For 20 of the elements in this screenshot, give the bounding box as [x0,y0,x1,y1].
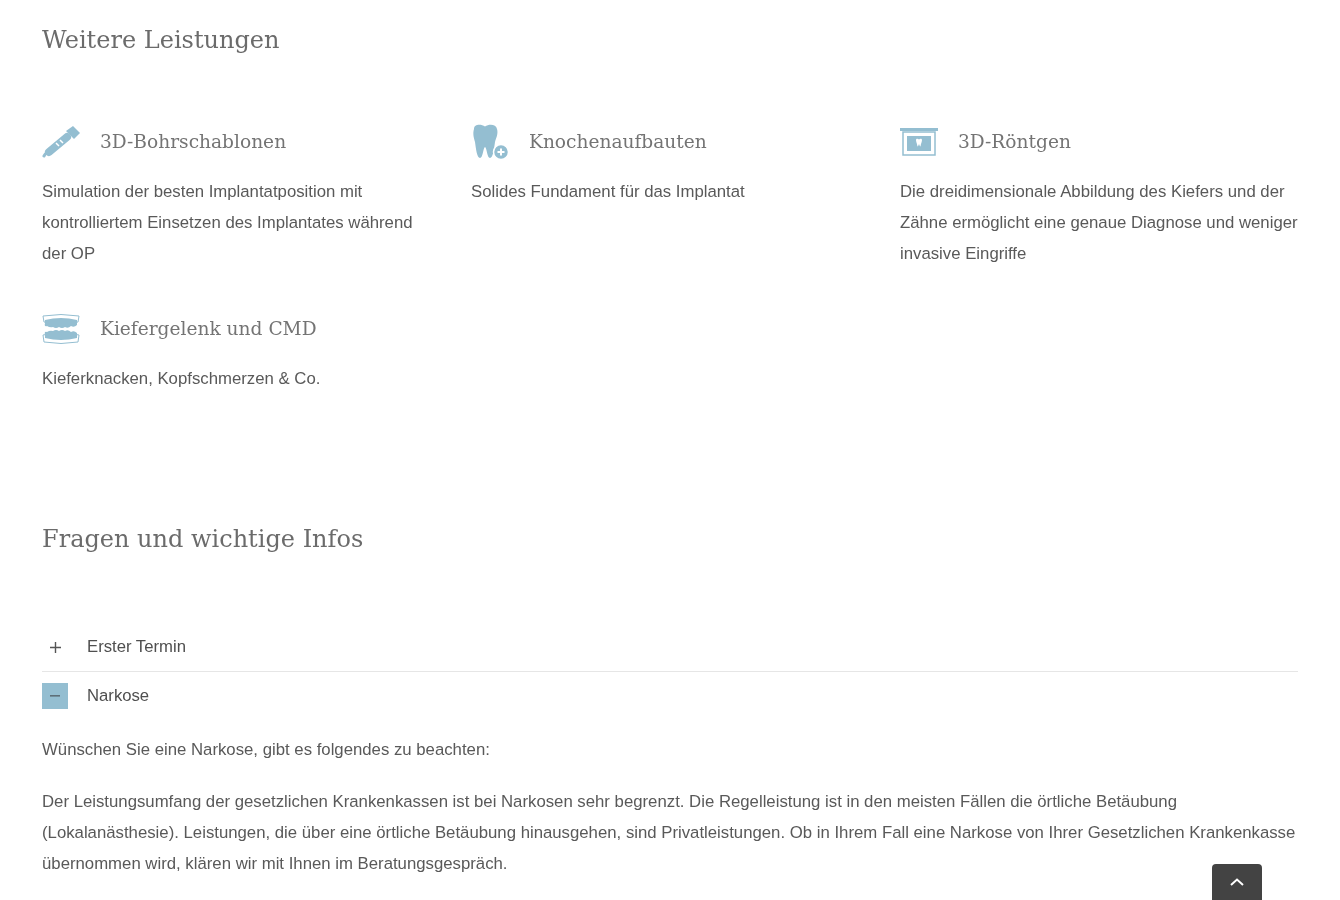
service-title: Kiefergelenk und CMD [100,317,317,341]
service-description: Die dreidimensionale Abbildung des Kiefers und der Zähne ermöglicht eine genaue Diagnose und weniger invasive Eingriffe [900,181,1299,265]
service-description: Simulation der besten Implantatposition mit kontrolliertem Einsetzen des Implantates während der OP [42,181,414,265]
section-heading: Weitere Leistungen [42,25,281,56]
teeth-icon [42,314,80,344]
service-title: 3D-Röntgen [958,130,1071,154]
answer-paragraph: Wünschen Sie eine Narkose, gibt es folgendes zu beachten: [42,739,491,761]
chevron-up-icon [1230,878,1244,886]
service-description: Solides Fundament für das Implantat [471,181,746,203]
tooth-plus-icon [471,124,509,160]
xray-screen-icon [900,128,938,156]
service-title: Knochenaufbauten [529,130,707,154]
accordion-toggle[interactable]: Narkose [42,672,1298,720]
dental-handpiece-icon [42,126,80,158]
section-heading: Fragen und wichtige Infos [42,524,365,555]
accordion-toggle[interactable]: Erster Termin [42,623,1298,671]
back-to-top-button[interactable] [1212,864,1262,900]
answer-paragraph: Der Leistungsumfang der gesetzlichen Krankenkassen ist bei Narkosen sehr begrenzt. Die Regelleistung ist in den meisten Fällen die örtliche Betäubung (Lokalanästhesie). Leistungen, die über eine örtliche Betäubung hinausgehen, sind Privatleistungen. Ob in Ihrem Fall eine Narkose von Ihrer Gesetzlichen Krankenkasse übernommen wird, klären wir mit Ihnen im Beratungsgespräch. [42,791,1297,875]
service-title: 3D-Bohrschablonen [100,130,287,154]
service-description: Kieferknacken, Kopfschmerzen & Co. [42,368,322,390]
